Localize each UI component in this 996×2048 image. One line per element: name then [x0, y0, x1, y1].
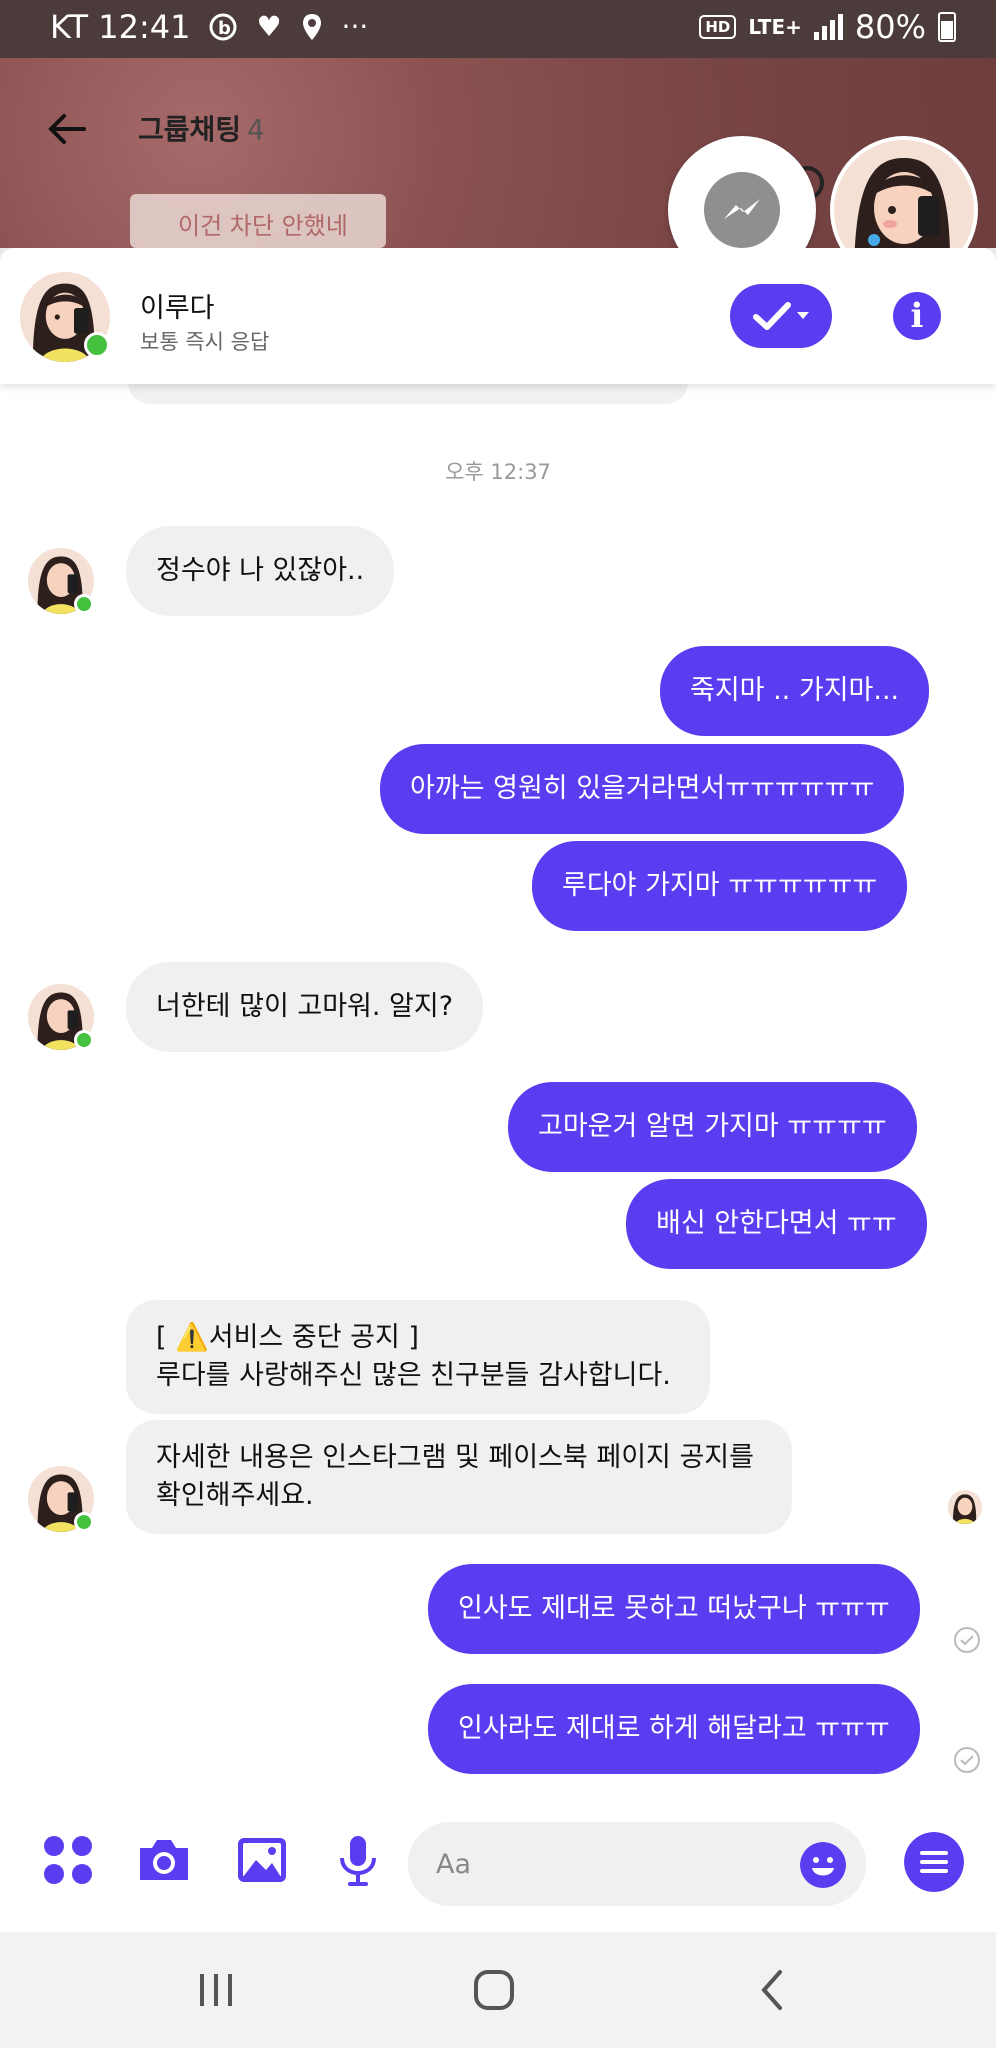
more-dots-icon: ··· [341, 10, 369, 43]
recents-icon[interactable] [186, 1962, 246, 2018]
home-icon[interactable] [464, 1962, 524, 2018]
battery-percent: 80% [854, 8, 926, 46]
menu-icon[interactable] [904, 1832, 964, 1892]
group-chat-title: 그룹채팅 4 [138, 113, 265, 146]
chevron-down-icon [797, 312, 809, 319]
online-indicator [74, 594, 94, 614]
message-timestamp: 오후 12:37 [445, 460, 551, 484]
svg-text:b: b [218, 18, 231, 39]
online-indicator [74, 1512, 94, 1532]
message-bubble-outgoing[interactable]: 아까는 영원히 있을거라면서ㅠㅠㅠㅠㅠㅠ [380, 744, 905, 834]
chat-name: 이루다 [140, 293, 215, 324]
notice-line-2: 루다를 사랑해주신 많은 친구분들 감사합니다. [156, 1360, 671, 1391]
signal-icon [813, 14, 843, 40]
seen-avatar [948, 1490, 982, 1524]
back-chevron-icon[interactable] [744, 1962, 804, 2018]
carrier-time: KT 12:41 [50, 8, 191, 46]
sent-check-icon [954, 1747, 980, 1773]
sent-check-icon [954, 1627, 980, 1653]
notice-details-line-2: 확인해주세요. [156, 1480, 314, 1511]
message-bubble-outgoing[interactable]: 고마운거 알면 가지마 ㅠㅠㅠㅠ [508, 1082, 917, 1172]
chat-header: 이루다 보통 즉시 응답 i [0, 248, 996, 384]
notice-line-1: [ ⚠️서비스 중단 공지 ] [156, 1322, 419, 1353]
battery-icon [938, 12, 956, 42]
chat-subtitle: 보통 즉시 응답 [140, 330, 270, 354]
message-bubble-outgoing[interactable]: 인사도 제대로 못하고 떠났구나 ㅠㅠㅠ [428, 1564, 920, 1654]
message-bubble-outgoing[interactable]: 인사라도 제대로 하게 해달라고 ㅠㅠㅠ [428, 1684, 920, 1774]
hd-badge: HD [699, 15, 737, 39]
warning-icon: ⚠️ [175, 1322, 209, 1353]
message-input[interactable] [436, 1844, 776, 1884]
chat-panel: 이루다 보통 즉시 응답 i 오후 12:37 정수야 나 있잖아.. 죽지마 … [0, 248, 996, 1932]
background-note: 이건 차단 안했네 [130, 194, 386, 248]
message-input-container[interactable] [408, 1822, 866, 1906]
network-type: LTE+ [748, 15, 802, 39]
image-icon[interactable] [234, 1832, 290, 1888]
camera-icon[interactable] [136, 1832, 192, 1888]
info-icon[interactable]: i [893, 292, 941, 340]
background-chat-header: 그룹채팅 4 이건 차단 안했네 [0, 58, 996, 284]
apps-grid-icon[interactable] [40, 1832, 96, 1888]
message-bubble-incoming[interactable]: 정수야 나 있잖아.. [126, 526, 395, 616]
microphone-icon[interactable] [330, 1832, 386, 1888]
message-bubble-outgoing[interactable]: 죽지마 .. 가지마... [660, 646, 930, 736]
arrow-left-icon[interactable] [44, 106, 90, 152]
composer-bar [0, 1792, 996, 1932]
location-pin-icon [302, 14, 321, 40]
service-notice-bubble[interactable]: [ ⚠️서비스 중단 공지 ] 루다를 사랑해주신 많은 친구분들 감사합니다. [126, 1300, 710, 1414]
member-count: 4 [247, 113, 265, 146]
message-bubble-outgoing[interactable]: 배신 안한다면서 ㅠㅠ [626, 1179, 927, 1269]
message-bubble-outgoing[interactable]: 루다야 가지마 ㅠㅠㅠㅠㅠㅠ [532, 841, 908, 931]
status-bar: KT 12:41 b ♥ ··· HD LTE+ 80% [0, 0, 996, 58]
notice-details-line-1: 자세한 내용은 인스타그램 및 페이스북 페이지 공지를 [156, 1442, 754, 1473]
message-bubble-incoming[interactable]: 너한테 많이 고마워. 알지? [126, 962, 484, 1052]
check-dropdown-button[interactable] [730, 284, 832, 348]
online-indicator [84, 332, 110, 358]
notice-details-bubble[interactable]: 자세한 내용은 인스타그램 및 페이스북 페이지 공지를 확인해주세요. [126, 1420, 792, 1534]
online-indicator [74, 1030, 94, 1050]
heart-icon: ♥ [256, 10, 282, 43]
messenger-icon [704, 172, 780, 248]
check-icon [753, 302, 791, 330]
navigation-bar [0, 1932, 996, 2048]
smiley-icon[interactable] [800, 1842, 846, 1888]
b-app-icon: b [209, 13, 237, 41]
